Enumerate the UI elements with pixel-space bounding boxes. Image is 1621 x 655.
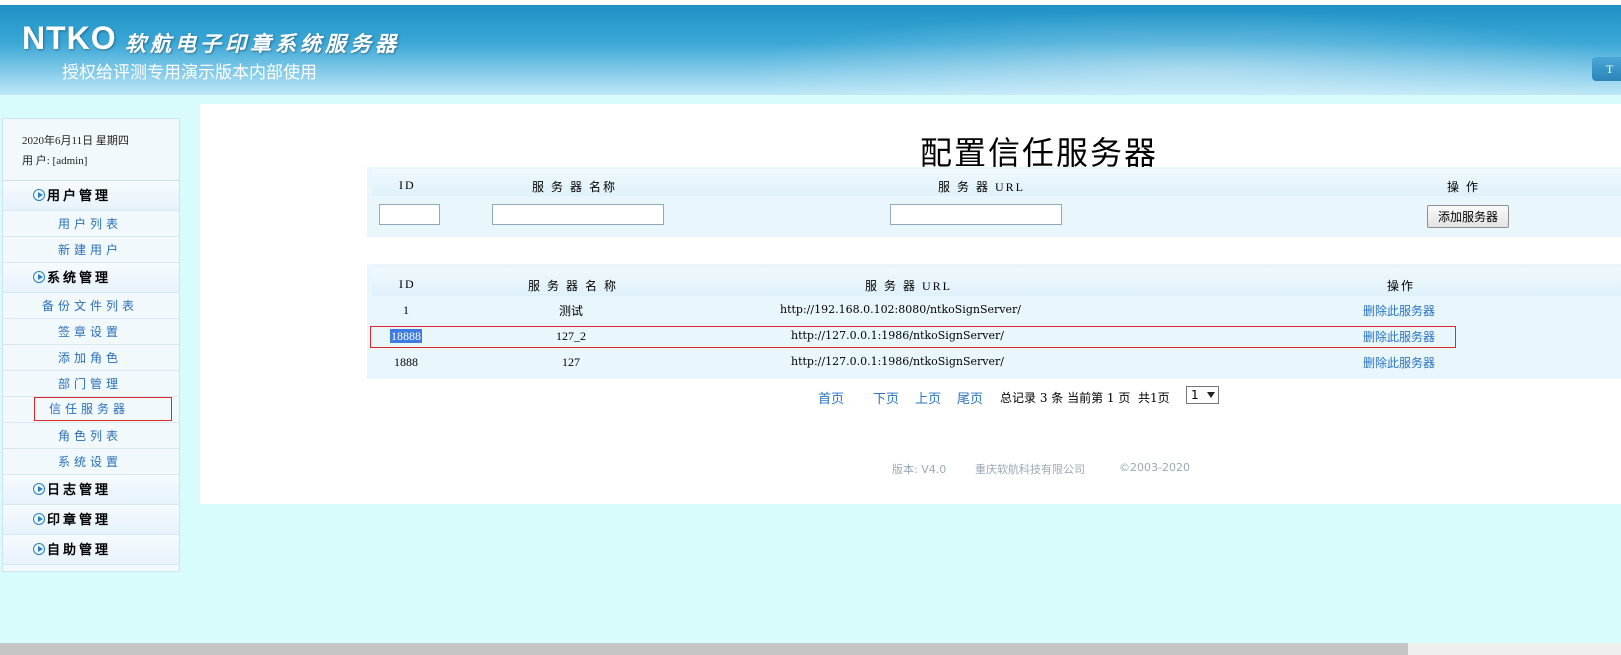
sidebar-item-label: 信任服务器: [34, 397, 172, 421]
expand-arrow-icon: [33, 483, 45, 495]
section-label: 自助管理: [47, 542, 112, 557]
selected-text: 18888: [390, 329, 422, 343]
pager-summary: 总记录 3 条 当前第 1 页 共1页: [1000, 391, 1170, 405]
footer-version: 版本: V4.0: [892, 463, 947, 476]
form-col-op: 操 作: [1447, 180, 1481, 194]
row-2-id: 18888: [390, 329, 422, 344]
pager-first[interactable]: 首页: [818, 388, 844, 407]
row-3-id: 1888: [394, 355, 418, 369]
header-right-button[interactable]: T: [1592, 57, 1621, 81]
row-1-delete-link[interactable]: 删除此服务器: [1363, 302, 1435, 319]
table-col-url: 服 务 器 URL: [865, 279, 953, 293]
sidebar-item-trust-server[interactable]: 信任服务器: [3, 397, 179, 423]
row-2-name: 127_2: [556, 329, 586, 343]
section-label: 日志管理: [47, 482, 112, 497]
add-server-button[interactable]: 添加服务器: [1427, 205, 1509, 228]
chevron-down-icon: [1207, 392, 1215, 398]
sidebar-item-dept-mgmt[interactable]: 部门管理: [3, 371, 179, 397]
pager-next[interactable]: 下页: [873, 388, 899, 407]
row-3-delete-link[interactable]: 删除此服务器: [1363, 354, 1435, 371]
horizontal-scrollbar[interactable]: [0, 643, 1621, 655]
brand-subtitle: 软航电子印章系统服务器: [125, 32, 400, 56]
table-col-id: ID: [399, 277, 416, 291]
pager-last[interactable]: 尾页: [957, 388, 983, 407]
form-col-url: 服 务 器 URL: [938, 180, 1026, 194]
app-header: NTKO 软航电子印章系统服务器 授权给评测专用演示版本内部使用 T: [0, 0, 1621, 95]
section-label: 用户管理: [47, 188, 112, 203]
sidebar-item-system-settings[interactable]: 系统设置: [3, 449, 179, 475]
table-col-action: 操作: [1387, 279, 1416, 293]
sidebar-section-user-mgmt[interactable]: 用户管理: [3, 181, 179, 211]
table-col-name: 服 务 器 名 称: [528, 279, 619, 293]
scrollbar-track[interactable]: [1408, 643, 1621, 655]
sidebar-section-system-mgmt[interactable]: 系统管理: [3, 263, 179, 293]
brand-logo: NTKO: [22, 20, 117, 56]
sidebar-section-self-mgmt[interactable]: 自助管理: [3, 535, 179, 565]
pager-prev[interactable]: 上页: [915, 388, 941, 407]
current-date: 2020年6月11日 星期四: [22, 135, 129, 147]
row-3-name: 127: [562, 355, 580, 369]
expand-arrow-icon: [33, 271, 45, 283]
current-user: 用 户: [admin]: [22, 155, 88, 167]
header-top-line: [0, 0, 1621, 5]
footer-company: 重庆软航科技有限公司: [975, 463, 1085, 476]
footer-copyright: ©2003-2020: [1119, 461, 1190, 474]
sidebar-item-role-list[interactable]: 角色列表: [3, 423, 179, 449]
expand-arrow-icon: [33, 189, 45, 201]
expand-arrow-icon: [33, 543, 45, 555]
form-col-name: 服 务 器 名称: [532, 180, 618, 194]
page-select[interactable]: 1: [1186, 386, 1219, 404]
sidebar-item-user-list[interactable]: 用户列表: [3, 211, 179, 237]
row-2-url: http://127.0.0.1:1986/ntkoSignServer/: [791, 329, 1004, 342]
row-2-delete-link[interactable]: 删除此服务器: [1363, 328, 1435, 345]
section-label: 系统管理: [47, 270, 112, 285]
expand-arrow-icon: [33, 513, 45, 525]
page-select-value: 1: [1191, 388, 1199, 402]
scrollbar-thumb[interactable]: [0, 643, 1408, 655]
session-info: 2020年6月11日 星期四 用 户: [admin]: [3, 119, 179, 181]
row-1-name: 测试: [559, 304, 584, 318]
license-note: 授权给评测专用演示版本内部使用: [62, 63, 317, 82]
server-url-input[interactable]: [890, 204, 1062, 225]
form-col-id: ID: [399, 178, 416, 192]
sidebar-item-add-role[interactable]: 添加角色: [3, 345, 179, 371]
row-3-url: http://127.0.0.1:1986/ntkoSignServer/: [791, 355, 1004, 368]
header-decoration: [740, 10, 1621, 95]
sidebar-item-backup-list[interactable]: 备份文件列表: [3, 293, 179, 319]
sidebar-section-log-mgmt[interactable]: 日志管理: [3, 475, 179, 505]
server-id-input[interactable]: [379, 204, 440, 225]
sidebar-item-new-user[interactable]: 新建用户: [3, 237, 179, 263]
server-name-input[interactable]: [492, 204, 664, 225]
sidebar-item-sign-settings[interactable]: 签章设置: [3, 319, 179, 345]
section-label: 印章管理: [47, 512, 112, 527]
row-1-id: 1: [403, 303, 409, 317]
sidebar-section-seal-mgmt[interactable]: 印章管理: [3, 505, 179, 535]
row-1-url: http://192.168.0.102:8080/ntkoSignServer…: [780, 303, 1021, 316]
sidebar: 2020年6月11日 星期四 用 户: [admin] 用户管理 用户列表 新建…: [2, 118, 180, 572]
